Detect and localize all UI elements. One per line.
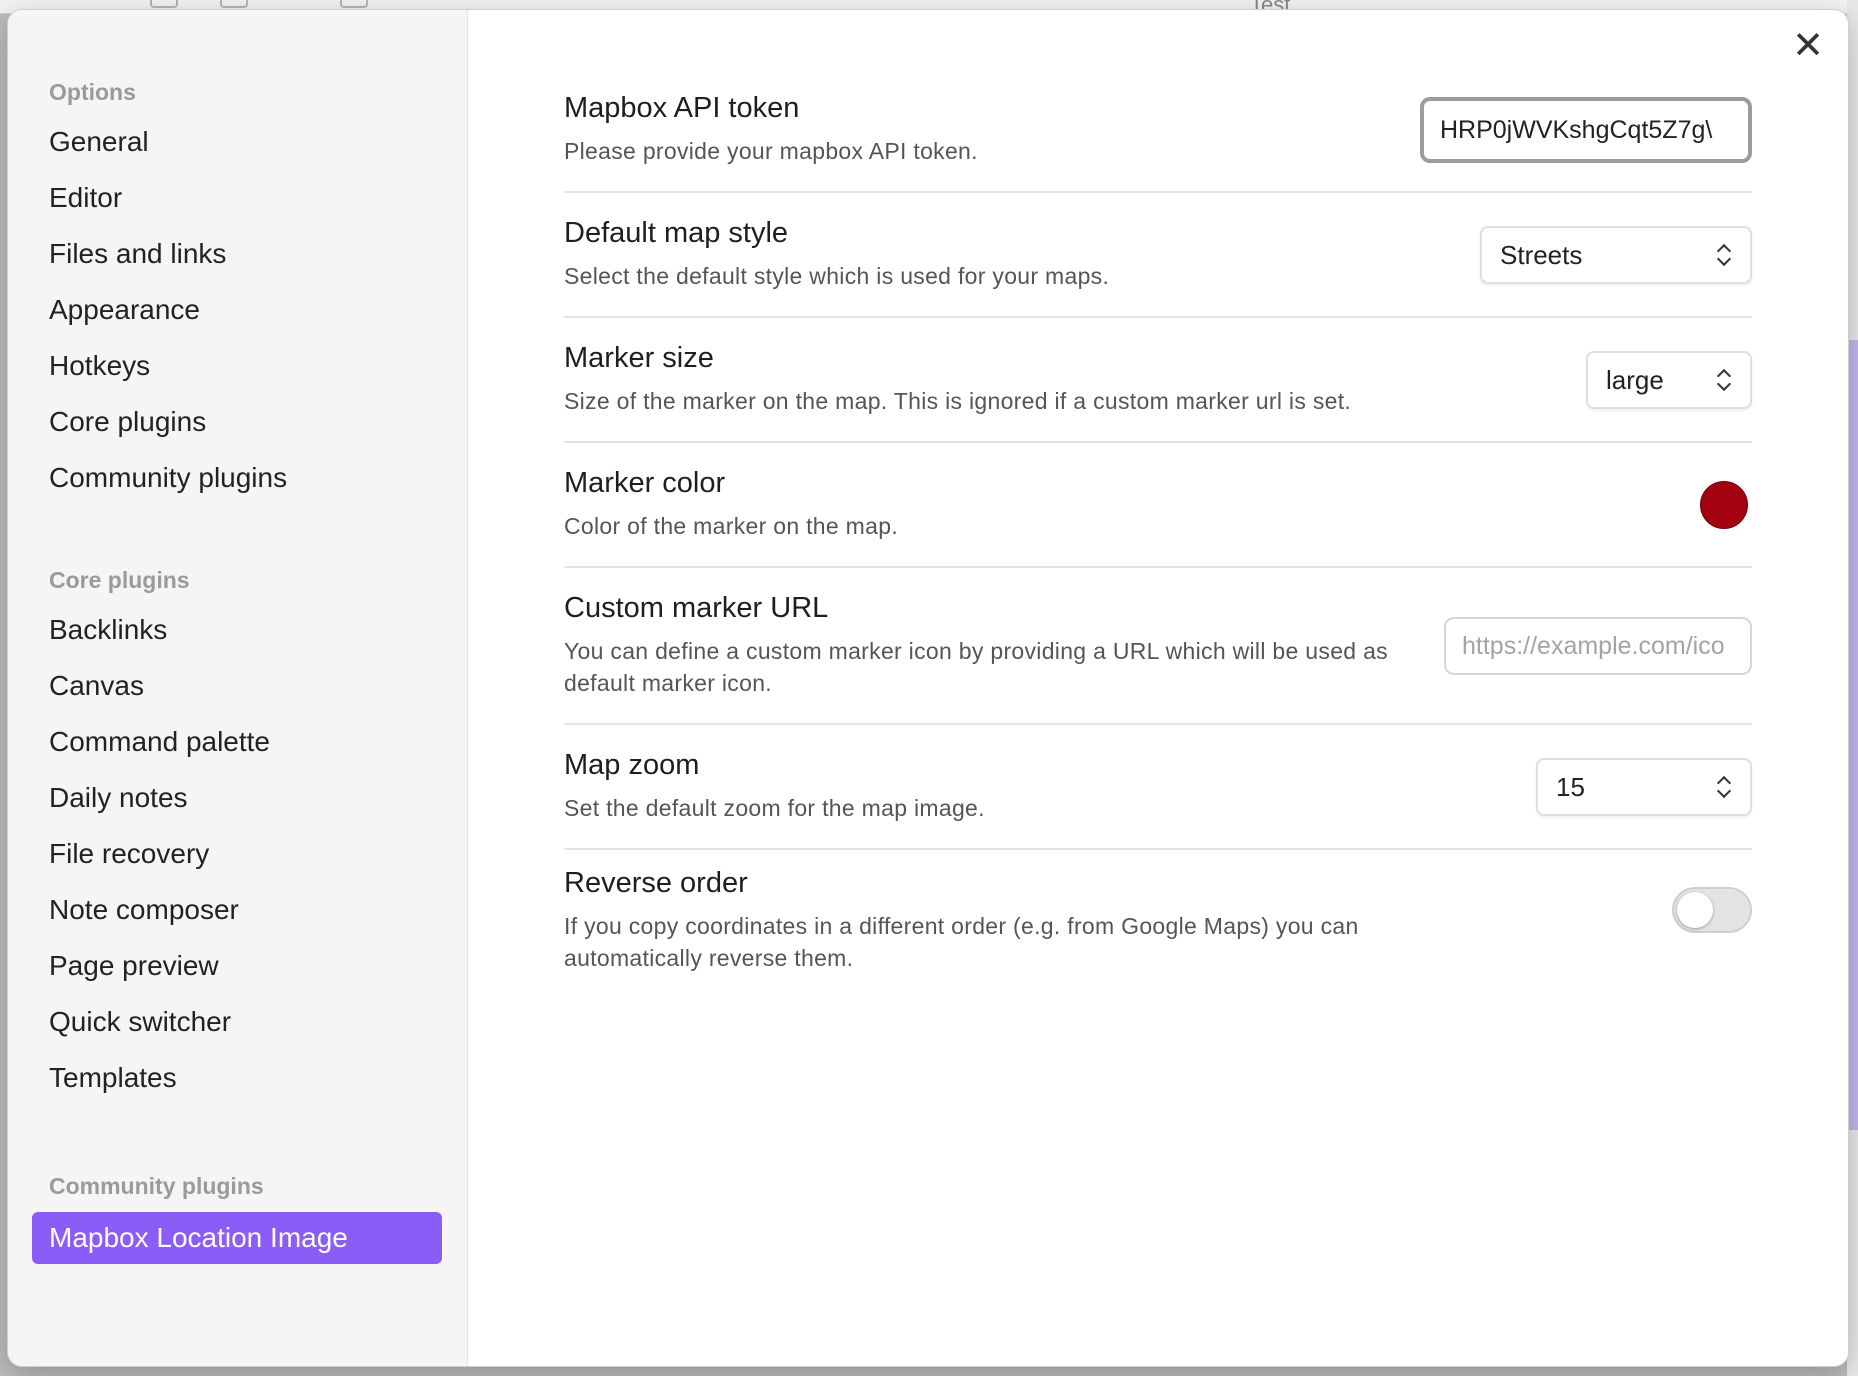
marker-color-picker[interactable] bbox=[1700, 480, 1748, 529]
setting-map-style: Default map style Select the default sty… bbox=[564, 193, 1752, 318]
setting-map-zoom: Map zoom Set the default zoom for the ma… bbox=[564, 725, 1752, 850]
chevron-up-down-icon bbox=[1716, 241, 1732, 269]
close-icon[interactable]: ✕ bbox=[1786, 24, 1830, 68]
setting-info: Marker color Color of the marker on the … bbox=[564, 467, 898, 542]
sidebar-item-quick-switcher[interactable]: Quick switcher bbox=[8, 994, 467, 1050]
sidebar-item-note-composer[interactable]: Note composer bbox=[8, 882, 467, 938]
map-style-select[interactable]: Streets bbox=[1480, 225, 1752, 284]
setting-name: Marker size bbox=[564, 342, 714, 374]
setting-info: Reverse order If you copy coordinates in… bbox=[564, 867, 1444, 974]
map-zoom-select[interactable]: 15 bbox=[1536, 757, 1752, 816]
setting-name: Marker color bbox=[564, 467, 726, 499]
setting-name: Default map style bbox=[564, 217, 789, 249]
settings-sidebar: Options General Editor Files and links A… bbox=[8, 10, 468, 1366]
sidebar-item-hotkeys[interactable]: Hotkeys bbox=[8, 338, 467, 394]
setting-description: If you copy coordinates in a different o… bbox=[564, 912, 1359, 971]
sidebar-item-command-palette[interactable]: Command palette bbox=[8, 714, 467, 770]
setting-name: Mapbox API token bbox=[564, 92, 800, 124]
background-right-edge bbox=[1847, 0, 1858, 1376]
sidebar-item-templates[interactable]: Templates bbox=[8, 1050, 467, 1106]
background-window-icon bbox=[340, 0, 368, 8]
sidebar-item-appearance[interactable]: Appearance bbox=[8, 282, 467, 338]
select-value: large bbox=[1606, 364, 1664, 395]
custom-marker-url-input[interactable]: https://example.com/ico bbox=[1444, 616, 1752, 675]
marker-size-select[interactable]: large bbox=[1586, 350, 1752, 409]
sidebar-item-core-plugins[interactable]: Core plugins bbox=[8, 394, 467, 450]
setting-name: Custom marker URL bbox=[564, 592, 829, 624]
setting-info: Mapbox API token Please provide your map… bbox=[564, 92, 978, 167]
sidebar-item-file-recovery[interactable]: File recovery bbox=[8, 826, 467, 882]
setting-description: Select the default style which is used f… bbox=[564, 263, 1110, 289]
sidebar-item-canvas[interactable]: Canvas bbox=[8, 658, 467, 714]
chevron-up-down-icon bbox=[1716, 366, 1732, 394]
api-token-input[interactable]: \HRP0jWVKshgCqt5Z7g bbox=[1420, 96, 1752, 163]
sidebar-group-title-core-plugins: Core plugins bbox=[49, 567, 190, 593]
chevron-up-down-icon bbox=[1716, 773, 1732, 801]
setting-api-token: Mapbox API token Please provide your map… bbox=[564, 68, 1752, 193]
setting-description: Please provide your mapbox API token. bbox=[564, 138, 978, 164]
setting-info: Marker size Size of the marker on the ma… bbox=[564, 342, 1351, 417]
setting-description: Set the default zoom for the map image. bbox=[564, 795, 985, 821]
setting-description: Color of the marker on the map. bbox=[564, 513, 899, 539]
toggle-knob bbox=[1677, 892, 1713, 928]
setting-description: Size of the marker on the map. This is i… bbox=[564, 388, 1352, 414]
sidebar-item-daily-notes[interactable]: Daily notes bbox=[8, 770, 467, 826]
sidebar-group-title-community-plugins: Community plugins bbox=[49, 1173, 264, 1199]
select-value: Streets bbox=[1500, 239, 1583, 270]
setting-name: Map zoom bbox=[564, 749, 700, 781]
setting-description: You can define a custom marker icon by p… bbox=[564, 638, 1388, 696]
reverse-order-toggle[interactable] bbox=[1672, 887, 1752, 933]
background-edit-icon bbox=[150, 0, 178, 8]
background-file-icon bbox=[220, 0, 248, 8]
settings-modal: Options General Editor Files and links A… bbox=[8, 10, 1848, 1366]
background-scroll-accent bbox=[1849, 340, 1858, 1130]
setting-name: Reverse order bbox=[564, 866, 748, 899]
setting-info: Map zoom Set the default zoom for the ma… bbox=[564, 749, 985, 824]
select-value: 15 bbox=[1556, 771, 1585, 802]
sidebar-item-mapbox-location-image[interactable]: Mapbox Location Image bbox=[32, 1212, 442, 1264]
sidebar-group-title-options: Options bbox=[49, 79, 136, 105]
setting-custom-marker-url: Custom marker URL You can define a custo… bbox=[564, 568, 1752, 725]
sidebar-item-community-plugins[interactable]: Community plugins bbox=[8, 450, 467, 506]
sidebar-item-editor[interactable]: Editor bbox=[8, 170, 467, 226]
setting-info: Custom marker URL You can define a custo… bbox=[564, 592, 1444, 699]
setting-marker-color: Marker color Color of the marker on the … bbox=[564, 443, 1752, 568]
sidebar-item-backlinks[interactable]: Backlinks bbox=[8, 602, 467, 658]
setting-marker-size: Marker size Size of the marker on the ma… bbox=[564, 318, 1752, 443]
sidebar-item-page-preview[interactable]: Page preview bbox=[8, 938, 467, 994]
sidebar-item-files-and-links[interactable]: Files and links bbox=[8, 226, 467, 282]
setting-reverse-order: Reverse order If you copy coordinates in… bbox=[564, 850, 1752, 990]
settings-content: ✕ Mapbox API token Please provide your m… bbox=[468, 10, 1848, 1366]
setting-info: Default map style Select the default sty… bbox=[564, 217, 1109, 292]
sidebar-item-general[interactable]: General bbox=[8, 114, 467, 170]
